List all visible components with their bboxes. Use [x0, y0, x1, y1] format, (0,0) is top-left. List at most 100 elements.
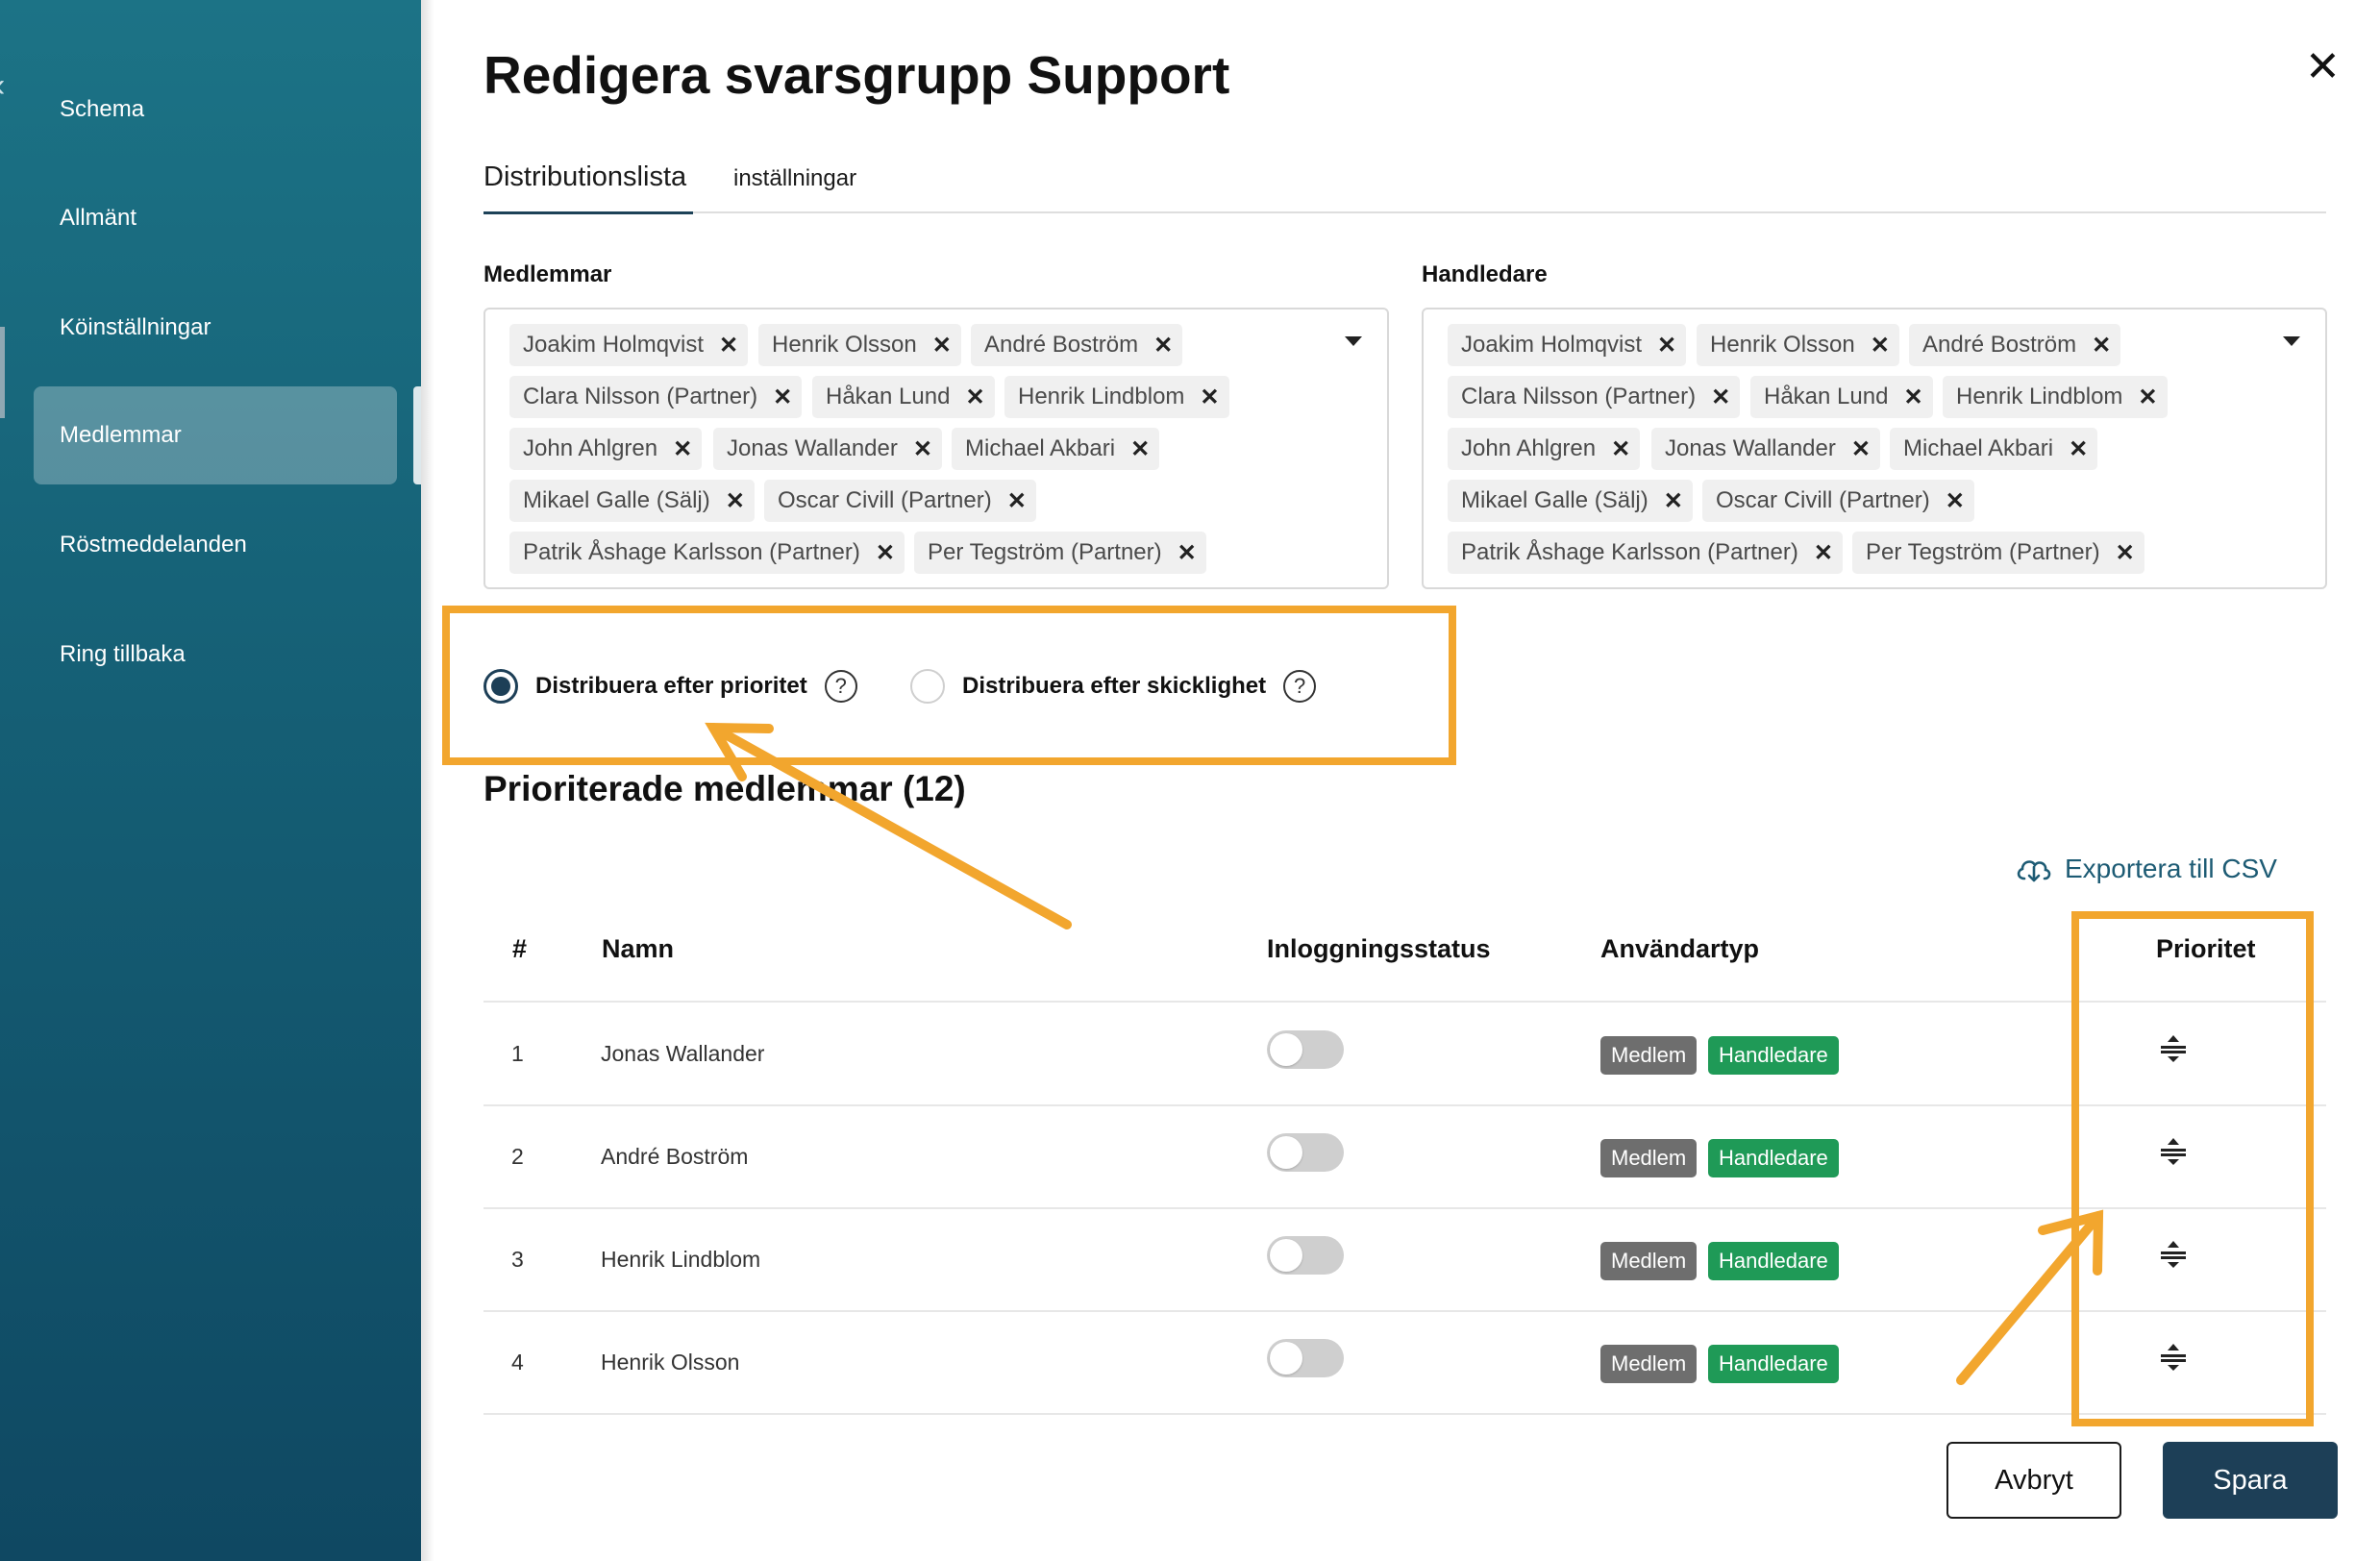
tag-chip-label: Henrik Olsson — [1710, 332, 1855, 358]
remove-tag-icon[interactable]: ✕ — [1611, 435, 1630, 463]
tag-chip-label: André Boström — [1922, 332, 2077, 358]
remove-tag-icon[interactable]: ✕ — [2116, 539, 2135, 567]
tag-chip-label: Mikael Galle (Sälj) — [1461, 487, 1649, 513]
remove-tag-icon[interactable]: ✕ — [1007, 487, 1027, 515]
row-divider — [483, 1207, 2326, 1209]
sidebar-item-rostmeddelanden[interactable]: Röstmeddelanden — [34, 496, 397, 594]
remove-tag-icon[interactable]: ✕ — [1851, 435, 1871, 463]
tag-chip: Joakim Holmqvist ✕ — [509, 324, 749, 366]
tag-chip: John Ahlgren ✕ — [509, 428, 703, 470]
remove-tag-icon[interactable]: ✕ — [1711, 384, 1730, 411]
row-number: 3 — [511, 1246, 524, 1272]
chevron-left-icon[interactable]: ‹ — [0, 67, 5, 105]
export-csv-label: Exportera till CSV — [2065, 854, 2277, 883]
tag-chip-label: John Ahlgren — [523, 435, 658, 461]
sidebar-item-ring-tillbaka[interactable]: Ring tillbaka — [34, 606, 397, 704]
login-status-toggle[interactable] — [1267, 1029, 1344, 1069]
tag-chip-label: Jonas Wallander — [727, 435, 898, 461]
row-name: Henrik Lindblom — [601, 1246, 761, 1272]
prioritized-heading: Prioriterade medlemmar (12) — [483, 769, 966, 808]
sidebar-item-label: Köinställningar — [60, 314, 211, 340]
tag-chip-label: Håkan Lund — [826, 384, 951, 409]
tag-chip-label: Per Tegström (Partner) — [1866, 539, 2100, 565]
caret-down-icon[interactable] — [1345, 336, 1362, 346]
remove-tag-icon[interactable]: ✕ — [1130, 435, 1150, 463]
tag-chip-label: Clara Nilsson (Partner) — [523, 384, 758, 409]
tag-chip: Henrik Lindblom ✕ — [1004, 376, 1229, 418]
tag-chip: Patrik Åshage Karlsson (Partner) ✕ — [1448, 532, 1843, 574]
tag-chip-label: Oscar Civill (Partner) — [1716, 487, 1930, 513]
row-divider — [483, 1310, 2326, 1312]
remove-tag-icon[interactable]: ✕ — [719, 332, 738, 359]
tag-chip-label: Joakim Holmqvist — [1461, 332, 1643, 358]
tag-chip: John Ahlgren ✕ — [1448, 428, 1641, 470]
tag-chip-label: Håkan Lund — [1764, 384, 1889, 409]
tag-chip: Michael Akbari ✕ — [1890, 428, 2098, 470]
tag-chip: Mikael Galle (Sälj) ✕ — [1448, 480, 1693, 522]
row-divider — [483, 1104, 2326, 1106]
tag-chip: Jonas Wallander ✕ — [713, 428, 942, 470]
tag-chip-label: Oscar Civill (Partner) — [778, 487, 992, 513]
annotation-box-priority — [2071, 911, 2314, 1426]
sidebar-item-schema[interactable]: Schema — [34, 61, 397, 159]
row-name: André Boström — [601, 1143, 749, 1169]
tab-installningar[interactable]: inställningar — [733, 165, 856, 192]
close-icon[interactable]: ✕ — [2305, 46, 2341, 88]
remove-tag-icon[interactable]: ✕ — [965, 384, 984, 411]
tag-chip: Henrik Olsson ✕ — [1697, 324, 1899, 366]
remove-tag-icon[interactable]: ✕ — [1664, 487, 1683, 515]
export-csv-link[interactable]: Exportera till CSV — [2015, 854, 2277, 884]
remove-tag-icon[interactable]: ✕ — [1200, 384, 1219, 411]
panel-shadow — [421, 0, 434, 1561]
tag-chip: Henrik Olsson ✕ — [758, 324, 961, 366]
remove-tag-icon[interactable]: ✕ — [1903, 384, 1922, 411]
tab-bar: Distributionslista inställningar — [483, 156, 2326, 214]
members-label: Medlemmar — [483, 261, 612, 287]
sidebar-item-label: Allmänt — [60, 205, 137, 231]
remove-tag-icon[interactable]: ✕ — [932, 332, 952, 359]
remove-tag-icon[interactable]: ✕ — [1946, 487, 1965, 515]
remove-tag-icon[interactable]: ✕ — [726, 487, 745, 515]
remove-tag-icon[interactable]: ✕ — [1814, 539, 1833, 567]
tag-chip: Oscar Civill (Partner) ✕ — [1702, 480, 1974, 522]
tag-chip: Joakim Holmqvist ✕ — [1448, 324, 1687, 366]
remove-tag-icon[interactable]: ✕ — [913, 435, 932, 463]
col-header-name: Namn — [602, 934, 675, 963]
remove-tag-icon[interactable]: ✕ — [673, 435, 692, 463]
remove-tag-icon[interactable]: ✕ — [2138, 384, 2157, 411]
tag-chip-label: Per Tegström (Partner) — [928, 539, 1162, 565]
tag-chip-label: André Boström — [984, 332, 1139, 358]
tag-chip: Håkan Lund ✕ — [1750, 376, 1933, 418]
caret-down-icon[interactable] — [2283, 336, 2300, 346]
sidebar-item-medlemmar[interactable]: Medlemmar — [34, 386, 397, 484]
remove-tag-icon[interactable]: ✕ — [2069, 435, 2088, 463]
active-tab-underline — [483, 211, 693, 214]
sidebar-item-koinstallningar[interactable]: Köinställningar — [34, 279, 397, 377]
tag-chip: Clara Nilsson (Partner) ✕ — [509, 376, 803, 418]
cancel-button[interactable]: Avbryt — [1946, 1442, 2121, 1519]
sidebar-item-label: Ring tillbaka — [60, 641, 186, 667]
tag-chip: Per Tegström (Partner) ✕ — [1852, 532, 2144, 574]
sidebar: ‹ Schema Allmänt Köinställningar Medlemm… — [0, 0, 421, 1561]
row-number: 2 — [511, 1143, 524, 1169]
tag-chip-label: Henrik Lindblom — [1956, 384, 2123, 409]
sidebar-item-label: Röstmeddelanden — [60, 532, 247, 558]
tag-chip-label: Michael Akbari — [1903, 435, 2054, 461]
login-status-toggle[interactable] — [1267, 1132, 1344, 1172]
remove-tag-icon[interactable]: ✕ — [1178, 539, 1197, 567]
login-status-toggle[interactable] — [1267, 1235, 1344, 1275]
remove-tag-icon[interactable]: ✕ — [1657, 332, 1676, 359]
remove-tag-icon[interactable]: ✕ — [2092, 332, 2111, 359]
tab-distributionslista[interactable]: Distributionslista — [483, 161, 686, 193]
remove-tag-icon[interactable]: ✕ — [773, 384, 792, 411]
tag-chip-label: Henrik Lindblom — [1018, 384, 1185, 409]
sidebar-item-allmant[interactable]: Allmänt — [34, 169, 397, 267]
remove-tag-icon[interactable]: ✕ — [876, 539, 895, 567]
tag-chip-label: John Ahlgren — [1461, 435, 1597, 461]
user-type-badge-member: Medlem — [1600, 1241, 1698, 1280]
save-button[interactable]: Spara — [2163, 1442, 2338, 1519]
remove-tag-icon[interactable]: ✕ — [1871, 332, 1890, 359]
row-number: 4 — [511, 1349, 524, 1375]
remove-tag-icon[interactable]: ✕ — [1153, 332, 1173, 359]
login-status-toggle[interactable] — [1267, 1338, 1344, 1377]
